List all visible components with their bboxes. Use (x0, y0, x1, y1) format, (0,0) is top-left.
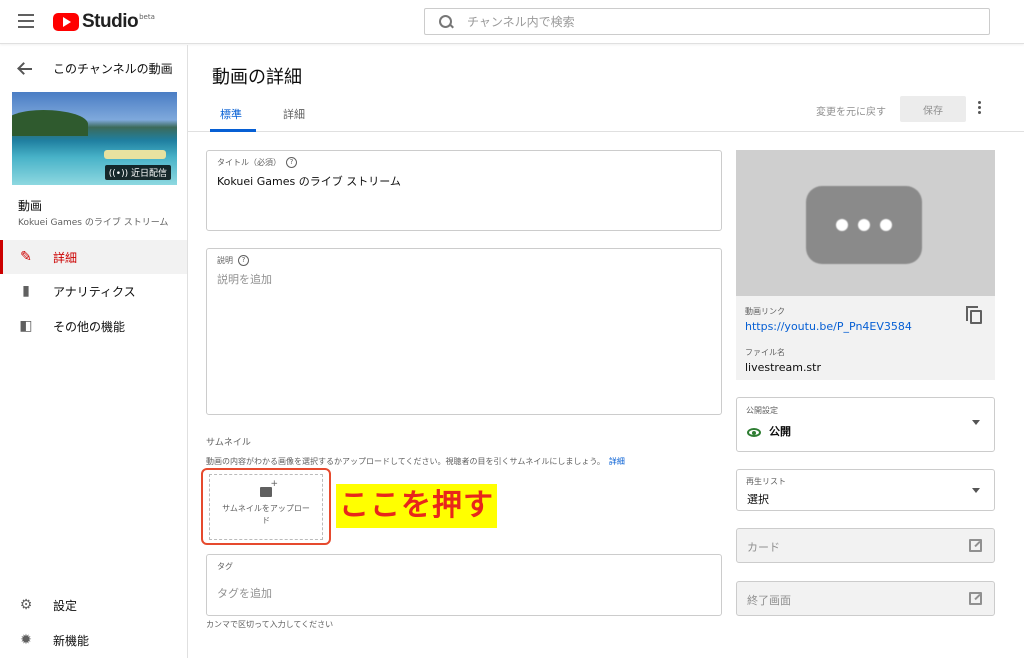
back-arrow-icon (18, 63, 32, 75)
active-tab-indicator (210, 129, 256, 132)
video-section-title: 動画 (18, 199, 43, 213)
sidebar-item-new-features[interactable]: ✹ 新機能 (0, 623, 187, 657)
callout-annotation: ここを押す (336, 484, 497, 528)
external-link-icon (969, 539, 982, 552)
tags-field-label: タグ (217, 561, 233, 572)
video-preview-panel: 動画リンク https://youtu.be/P_Pn4EV3584 ファイル名… (736, 150, 995, 380)
visibility-value-row: 公開 (747, 423, 791, 439)
search-icon (439, 14, 453, 29)
sidebar-item-label: その他の機能 (53, 319, 126, 334)
description-field-label: 説明 ? (217, 255, 249, 266)
thumbnail-description: 動画の内容がわかる画像を選択するかアップロードしてください。視聴者の目を引くサム… (206, 456, 625, 467)
eye-icon (747, 427, 761, 437)
external-link-icon (969, 592, 982, 605)
page-title: 動画の詳細 (212, 67, 302, 88)
help-icon[interactable]: ? (238, 255, 249, 266)
title-value[interactable]: Kokuei Games のライブ ストリーム (217, 173, 401, 189)
upload-thumbnail-label: サムネイルをアップロード (222, 504, 310, 525)
thumbnail-boat (104, 150, 166, 159)
sidebar: このチャンネルの動画 ((•)) 近日配信 動画 Kokuei Games のラ… (0, 45, 188, 658)
description-label-text: 説明 (217, 256, 233, 265)
tags-help-text: カンマで区切って入力してください (206, 620, 334, 629)
copy-icon[interactable] (966, 306, 982, 324)
loading-dots-icon (806, 186, 922, 264)
tab-advanced[interactable]: 詳細 (283, 106, 305, 122)
cards-field[interactable]: カード (736, 528, 995, 563)
logo-text: Studio (82, 11, 139, 32)
playlist-select[interactable]: 再生リスト 選択 (736, 469, 995, 511)
tags-placeholder[interactable]: タグを追加 (217, 585, 272, 601)
cards-label: カード (747, 541, 780, 554)
upload-thumbnail-highlight: サムネイルをアップロード (201, 468, 331, 545)
thumbnail-island (12, 110, 88, 136)
thumbnail-learn-more-link[interactable]: 詳細 (609, 457, 625, 466)
upload-thumbnail-button[interactable]: サムネイルをアップロード (209, 474, 323, 540)
hamburger-menu-icon[interactable] (18, 14, 34, 28)
visibility-select[interactable]: 公開設定 公開 (736, 397, 995, 452)
thumbnail-section-label: サムネイル (206, 438, 251, 448)
title-field[interactable]: タイトル（必須） ? Kokuei Games のライブ ストリーム (206, 150, 722, 231)
video-link[interactable]: https://youtu.be/P_Pn4EV3584 (745, 320, 912, 333)
back-label: このチャンネルの動画 (53, 62, 173, 76)
sidebar-item-more-features[interactable]: ◧ その他の機能 (0, 309, 187, 343)
sidebar-item-label: 詳細 (53, 250, 78, 265)
youtube-play-icon (53, 13, 79, 31)
upcoming-badge: ((•)) 近日配信 (104, 165, 171, 180)
save-button[interactable]: 保存 (900, 96, 966, 122)
more-options-icon[interactable] (978, 101, 982, 117)
tab-standard[interactable]: 標準 (220, 106, 242, 122)
search-input[interactable] (467, 14, 947, 29)
sidebar-item-analytics[interactable]: ▮ アナリティクス (0, 274, 187, 308)
visibility-value: 公開 (769, 425, 791, 438)
more-features-icon: ◧ (19, 318, 33, 334)
video-player[interactable] (736, 150, 995, 296)
video-link-label: 動画リンク (745, 307, 785, 316)
file-name-label: ファイル名 (745, 348, 785, 357)
thumbnail-description-text: 動画の内容がわかる画像を選択するかアップロードしてください。視聴者の目を引くサム… (206, 457, 605, 466)
file-name: livestream.str (745, 361, 822, 374)
tags-label-text: タグ (217, 562, 233, 571)
title-field-label: タイトル（必須） ? (217, 157, 297, 168)
pencil-icon: ✎ (20, 249, 32, 265)
tags-field[interactable]: タグ タグを追加 (206, 554, 722, 616)
sidebar-item-label: 設定 (53, 598, 78, 613)
sidebar-item-settings[interactable]: ⚙ 設定 (0, 588, 187, 622)
description-placeholder[interactable]: 説明を追加 (217, 271, 272, 287)
analytics-icon: ▮ (22, 283, 30, 299)
revert-button[interactable]: 変更を元に戻す (816, 103, 886, 118)
help-icon[interactable]: ? (286, 157, 297, 168)
tab-bar: 標準 詳細 (188, 94, 1024, 132)
description-field[interactable]: 説明 ? 説明を追加 (206, 248, 722, 415)
video-thumbnail[interactable]: ((•)) 近日配信 (12, 92, 177, 185)
end-screen-field[interactable]: 終了画面 (736, 581, 995, 616)
top-bar: Studio beta (0, 0, 1024, 44)
search-bar[interactable] (424, 8, 990, 35)
chevron-down-icon (972, 420, 980, 425)
playlist-value: 選択 (747, 493, 769, 506)
sidebar-item-label: 新機能 (53, 633, 90, 648)
add-image-icon (260, 479, 278, 497)
chevron-down-icon (972, 488, 980, 493)
video-title: Kokuei Games のライブ ストリーム (18, 218, 169, 228)
title-label-text: タイトル（必須） (217, 158, 281, 167)
youtube-studio-logo[interactable]: Studio beta (53, 11, 155, 33)
sidebar-item-label: アナリティクス (53, 284, 136, 299)
sidebar-item-details[interactable]: ✎ 詳細 (0, 240, 187, 274)
end-screen-label: 終了画面 (747, 594, 791, 607)
new-features-icon: ✹ (20, 632, 32, 648)
visibility-label: 公開設定 (746, 406, 778, 415)
gear-icon: ⚙ (19, 597, 33, 613)
back-to-channel-videos[interactable]: このチャンネルの動画 (18, 60, 173, 77)
logo-beta: beta (139, 13, 155, 21)
playlist-label: 再生リスト (746, 477, 786, 486)
